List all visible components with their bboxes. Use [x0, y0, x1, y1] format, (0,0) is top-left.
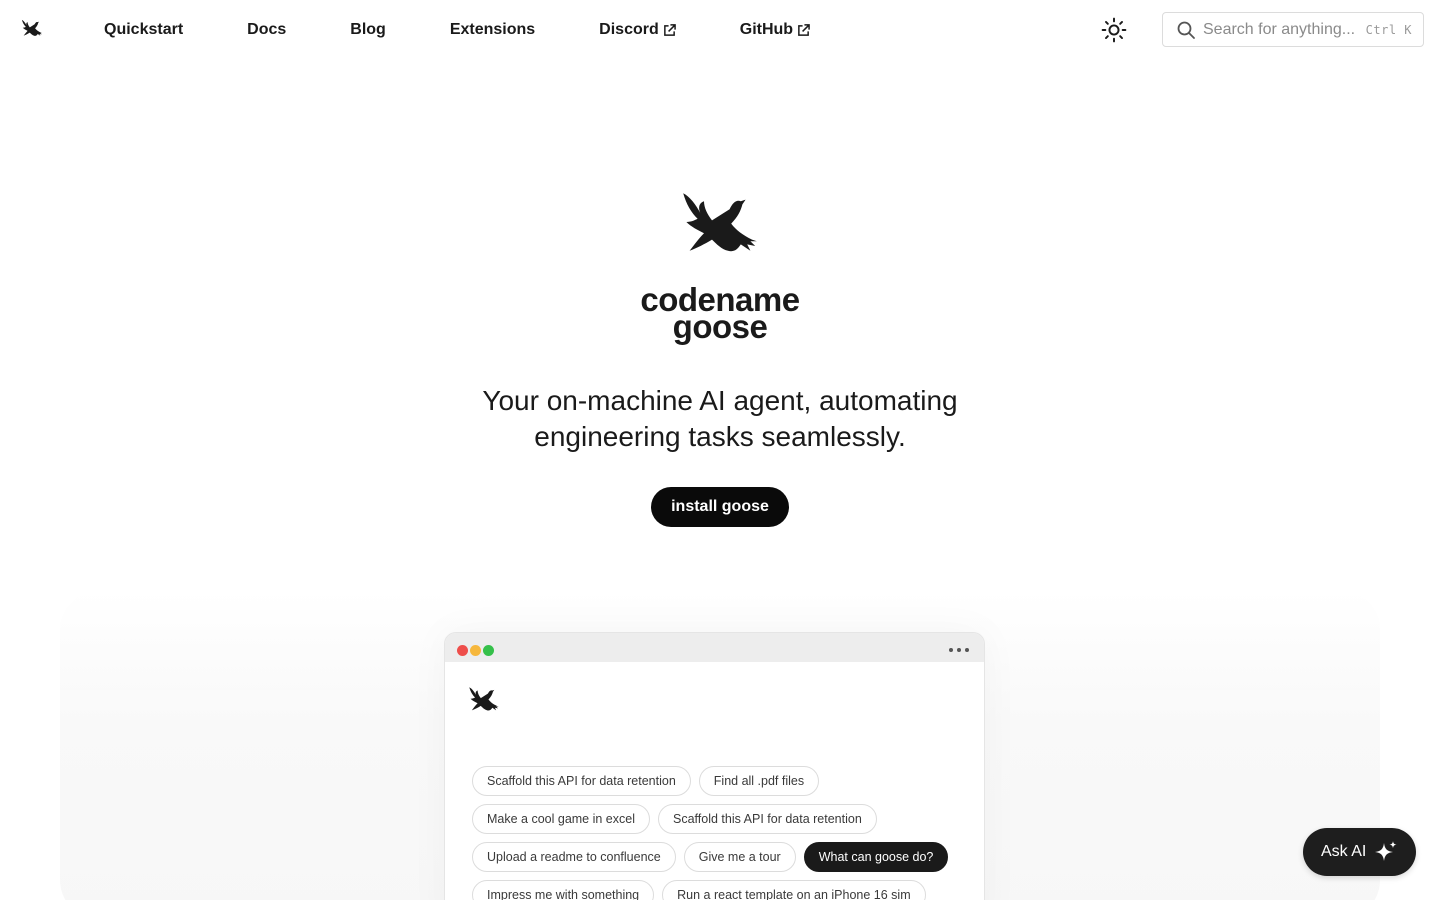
suggestion-chip[interactable]: Scaffold this API for data retention — [472, 766, 691, 796]
goose-logo-icon — [468, 686, 500, 718]
nav-links: Quickstart Docs Blog Extensions Discord … — [104, 0, 810, 60]
search-shortcut: Ctrl K — [1365, 22, 1412, 37]
suggestion-chip[interactable]: Upload a readme to confluence — [472, 842, 676, 872]
external-link-icon — [663, 23, 676, 36]
nav-link-docs[interactable]: Docs — [247, 21, 286, 39]
search-icon — [1177, 21, 1195, 39]
window-maximize-dot — [483, 645, 494, 656]
nav-link-label: Discord — [599, 21, 659, 38]
chip-row: Impress me with something Run a react te… — [472, 880, 972, 900]
goose-logo-icon[interactable] — [20, 19, 44, 41]
ask-ai-label: Ask AI — [1321, 843, 1367, 860]
hero-title-line: goose — [672, 308, 768, 345]
search-placeholder: Search for anything... — [1203, 20, 1356, 38]
suggestion-chip[interactable]: Impress me with something — [472, 880, 655, 900]
suggestion-chip[interactable]: Make a cool game in excel — [472, 804, 650, 834]
window-close-dot — [457, 645, 468, 656]
nav-link-quickstart[interactable]: Quickstart — [104, 21, 183, 39]
navbar: Quickstart Docs Blog Extensions Discord … — [0, 0, 1440, 60]
external-link-icon — [798, 23, 810, 36]
nav-link-label: Blog — [350, 21, 386, 38]
sparkle-icon — [1375, 841, 1397, 861]
more-options-icon[interactable] — [949, 644, 969, 656]
suggestion-chip[interactable]: Give me a tour — [683, 842, 796, 872]
chip-row: Scaffold this API for data retention Fin… — [472, 766, 972, 796]
install-goose-button[interactable]: install goose — [651, 487, 789, 527]
suggestion-chip-active[interactable]: What can goose do? — [803, 842, 949, 872]
suggestion-chip[interactable]: Find all .pdf files — [698, 766, 820, 796]
window-title-bar — [445, 633, 984, 662]
suggestion-chip[interactable]: Run a react template on an iPhone 16 sim — [662, 880, 926, 900]
goose-logo-icon — [680, 190, 760, 270]
nav-link-label: Quickstart — [104, 21, 184, 38]
nav-link-label: Extensions — [449, 21, 536, 38]
hero-title: codename goose — [580, 283, 860, 345]
nav-link-github[interactable]: GitHub — [740, 21, 810, 39]
nav-link-discord[interactable]: Discord — [599, 21, 676, 39]
nav-link-extensions[interactable]: Extensions — [450, 21, 535, 39]
search-input[interactable]: Search for anything... Ctrl K — [1162, 12, 1424, 47]
nav-link-blog[interactable]: Blog — [350, 21, 386, 39]
chip-row: Upload a readme to confluence Give me a … — [472, 842, 972, 872]
hero-subtitle: Your on-machine AI agent, automating eng… — [482, 385, 958, 452]
window-minimize-dot — [470, 645, 481, 656]
ask-ai-button[interactable]: Ask AI — [1303, 828, 1416, 876]
demo-window: Scaffold this API for data retention Fin… — [444, 632, 985, 900]
sun-icon[interactable] — [1101, 17, 1127, 43]
nav-link-label: GitHub — [739, 21, 794, 38]
suggestion-chips: Scaffold this API for data retention Fin… — [472, 766, 972, 900]
suggestion-chip[interactable]: Scaffold this API for data retention — [658, 804, 877, 834]
chip-row: Make a cool game in excel Scaffold this … — [472, 804, 972, 834]
nav-link-label: Docs — [247, 21, 287, 38]
